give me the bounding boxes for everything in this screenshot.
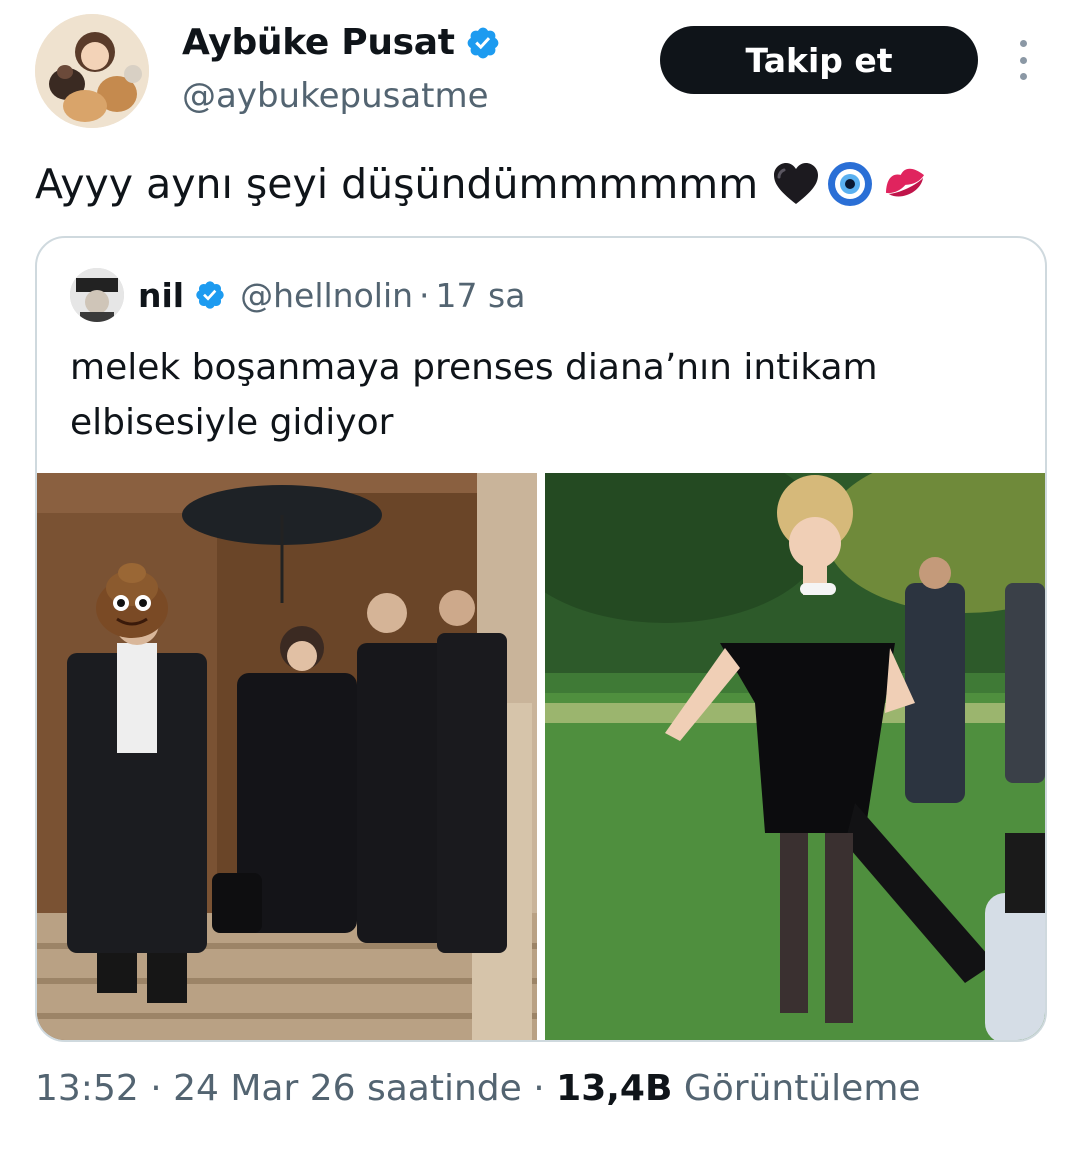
author-avatar[interactable] [35,14,149,128]
views-label[interactable]: Görüntüleme [684,1068,921,1109]
photo-icon [545,473,1045,1040]
quoted-tweet-media [37,473,1045,1040]
media-photo-left[interactable] [37,473,537,1040]
author-display-name[interactable]: Aybüke Pusat [182,22,501,63]
quoted-tweet-header: nil @hellnolin · 17 sa [70,268,525,322]
quoted-tweet-text: melek boşanmaya prenses diana’nın intika… [70,347,878,443]
tweet-emojis [772,160,930,208]
verified-badge-icon [467,27,499,58]
tweet-time[interactable]: 13:52 [35,1068,139,1109]
quoted-verified-badge-icon [196,281,224,309]
quoted-tweet-card[interactable]: nil @hellnolin · 17 sa melek boşanmaya p… [35,236,1047,1042]
nazar-amulet-icon [828,162,873,206]
quoted-author-handle[interactable]: @hellnolin [240,276,413,315]
author-handle[interactable]: @aybukepusatme [182,76,489,116]
quoted-author-name[interactable]: nil [138,276,184,315]
quoted-separator: · [419,275,430,315]
photo-icon [37,473,537,1040]
follow-button[interactable]: Takip et [660,26,978,94]
tweet-meta: 13:52 · 24 Mar 26 saatinde · 13,4B Görün… [35,1068,921,1109]
more-options-icon[interactable] [1014,40,1032,80]
author-name-text: Aybüke Pusat [182,22,455,63]
kiss-mark-icon [886,168,925,197]
tweet-date[interactable]: 24 Mar 26 saatinde [173,1068,522,1109]
quoted-timestamp[interactable]: 17 sa [436,276,526,315]
meta-separator: · [150,1068,162,1109]
media-photo-right[interactable] [545,473,1045,1040]
black-heart-icon [774,163,819,204]
views-count[interactable]: 13,4B [556,1068,672,1109]
tweet-text-content: Ayyy aynı şeyi düşündümmmmmm [35,160,759,208]
quoted-author-avatar[interactable] [70,268,124,322]
meta-separator-2: · [533,1068,545,1109]
tweet-text: Ayyy aynı şeyi düşündümmmmmm [35,160,930,208]
